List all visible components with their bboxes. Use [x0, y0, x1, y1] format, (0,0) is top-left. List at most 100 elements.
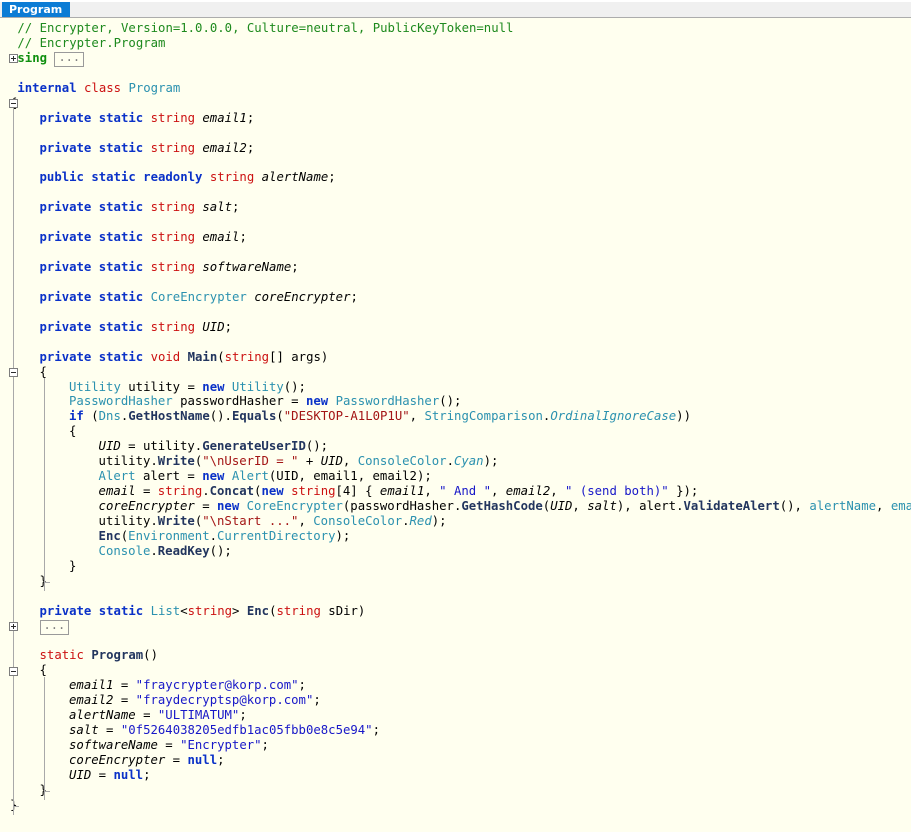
code-token: (); [305, 439, 329, 454]
code-token: string [150, 200, 195, 215]
code-token: } [69, 558, 77, 573]
code-line: } [0, 783, 911, 798]
code-line: salt = "0f5264038205edfb1ac05fbb0e8c5e94… [0, 723, 911, 738]
code-token: alertName [809, 499, 877, 513]
code-token: private [39, 260, 92, 274]
code-token: = [165, 752, 188, 767]
code-token: Write [157, 454, 195, 469]
code-token: email2 [505, 484, 551, 499]
code-token: private [39, 603, 92, 618]
code-token: string [150, 319, 195, 334]
code-token: email1 [202, 110, 247, 125]
code-line: alertName = "ULTIMATUM"; [0, 708, 911, 723]
code-token: . [202, 484, 210, 499]
code-token: GetHashCode [461, 499, 543, 513]
fold-toggle-static-ctor[interactable] [9, 666, 18, 676]
code-line: static Program() [0, 648, 911, 663]
code-token: passwordHasher = [172, 394, 306, 409]
code-token: = [91, 767, 114, 782]
code-token: new [202, 379, 225, 394]
code-token: ; [239, 230, 247, 245]
code-token: )) [676, 409, 691, 424]
code-token: ; [224, 319, 233, 334]
fold-guide-line [44, 676, 45, 801]
collapsed-region-button[interactable]: ... [39, 619, 70, 635]
code-line: private static string salt; [0, 200, 911, 215]
code-token: null [187, 752, 218, 767]
code-token: Main [187, 349, 218, 364]
fold-toggle-class[interactable] [9, 98, 18, 108]
code-token: ; [246, 110, 255, 125]
code-token: private [39, 319, 92, 334]
code-token: "Encrypter" [180, 738, 262, 752]
code-token: string [150, 140, 195, 155]
code-token: email [98, 484, 136, 499]
collapsed-region-button[interactable]: ... [54, 51, 85, 67]
code-token: static [98, 140, 144, 155]
code-token: = [113, 693, 136, 708]
code-token: PasswordHasher [69, 394, 173, 409]
code-line: private static string email2; [0, 141, 911, 156]
code-line: if (Dns.GetHostName().Equals("DESKTOP-A1… [0, 409, 911, 424]
code-token: (); [209, 543, 232, 558]
code-token: + [298, 454, 321, 469]
code-token: void [150, 349, 181, 364]
code-token: coreEncrypter [254, 289, 351, 304]
code-token: . [402, 513, 410, 528]
code-token: utility. [98, 513, 158, 528]
code-token: GenerateUserID [202, 439, 306, 454]
code-line: Console.ReadKey(); [0, 544, 911, 559]
fold-guide-foot [13, 806, 19, 808]
code-token: (). [209, 409, 232, 424]
code-token: ConsoleColor [313, 513, 403, 528]
code-token: UID [320, 454, 343, 469]
code-token: = [194, 499, 218, 513]
code-token: { [39, 364, 47, 379]
code-token: , [550, 484, 566, 499]
code-token: if [69, 409, 84, 424]
code-token: private [39, 230, 92, 245]
code-token: null [113, 767, 144, 782]
code-token: "0f5264038205edfb1ac05fbb0e8c5e94" [120, 723, 373, 738]
code-token: (); [283, 379, 306, 394]
code-token: ); [431, 513, 447, 528]
code-token: = utility. [120, 439, 203, 454]
code-token: ; [232, 200, 240, 215]
code-token: = [113, 678, 136, 693]
code-line: using ... [0, 51, 911, 67]
code-token: GetHostName [128, 409, 210, 424]
fold-toggle-enc[interactable] [9, 622, 18, 631]
code-token: () [143, 648, 158, 663]
fold-toggle-main[interactable] [9, 367, 18, 377]
code-token: " And " [439, 484, 491, 499]
code-token: Program [91, 648, 144, 663]
code-token: string [150, 260, 195, 274]
code-token: utility = [120, 379, 203, 394]
fold-toggle-using[interactable] [9, 53, 18, 63]
code-token: , [490, 484, 506, 499]
code-token: ; [350, 289, 358, 304]
code-token: static [98, 230, 144, 245]
tab-program[interactable]: Program [2, 2, 71, 17]
code-token: private [39, 140, 92, 155]
code-line: { [0, 96, 911, 111]
code-editor[interactable]: // Encrypter, Version=1.0.0.0, Culture=n… [0, 18, 911, 832]
code-token: StringComparison [424, 409, 543, 424]
code-token: = [98, 723, 121, 738]
code-token: ); [335, 528, 351, 543]
code-token: private [39, 110, 92, 125]
code-token: // Encrypter.Program [17, 35, 166, 50]
code-token: "fraycrypter@korp.com" [135, 678, 299, 693]
